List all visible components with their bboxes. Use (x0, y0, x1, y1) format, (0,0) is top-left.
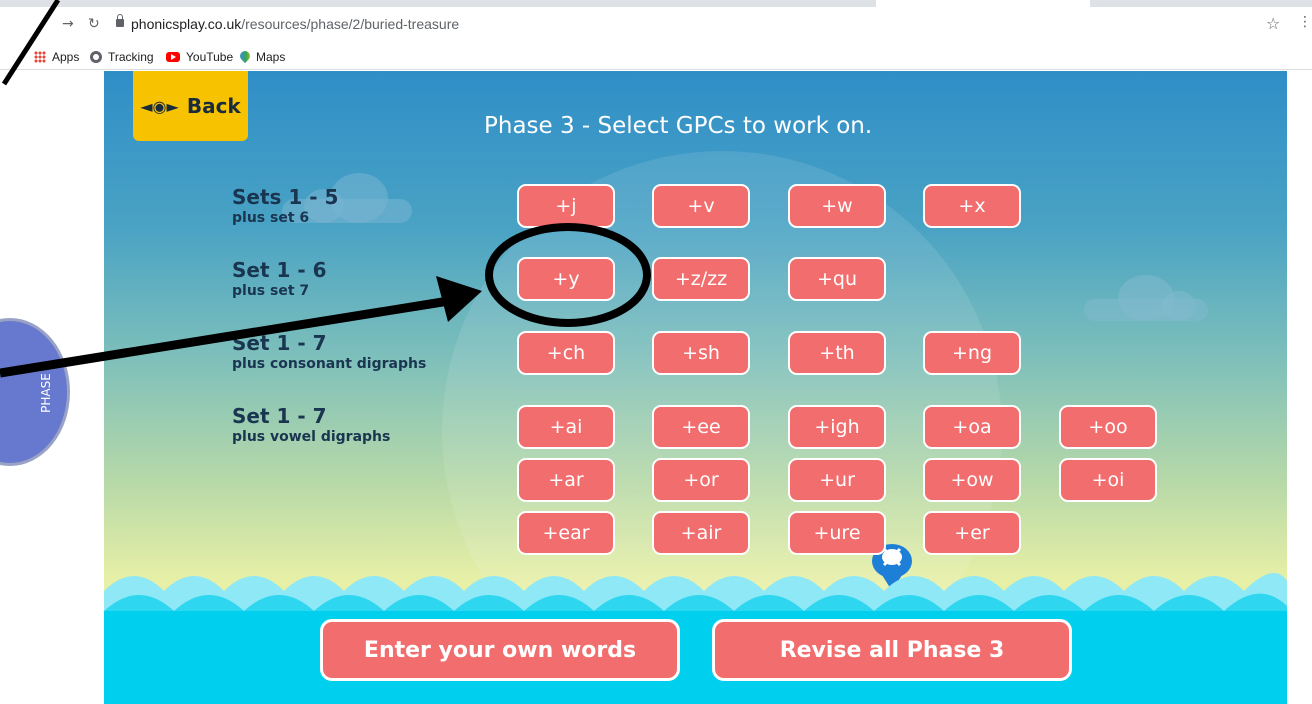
bookmark-label: Tracking (108, 50, 154, 64)
gpc-button-v[interactable]: +v (652, 184, 750, 228)
gpc-button-er[interactable]: +er (923, 511, 1021, 555)
set-subtitle: plus set 7 (232, 283, 310, 299)
cloud (1084, 275, 1208, 321)
bookmark-label: Apps (52, 50, 80, 64)
lock-icon[interactable] (116, 14, 124, 27)
bookmark-label: YouTube (186, 50, 234, 64)
gpc-button-th[interactable]: +th (788, 331, 886, 375)
gpc-button-ear[interactable]: +ear (517, 511, 615, 555)
bookmark-youtube[interactable]: YouTube (166, 48, 233, 66)
rocket-icon: ◄◉► (140, 96, 179, 116)
forward-icon[interactable]: → (62, 16, 74, 32)
gpc-button-w[interactable]: +w (788, 184, 886, 228)
back-button[interactable]: ◄◉► Back (133, 71, 248, 141)
set-subtitle: plus vowel digraphs (232, 429, 391, 445)
set-title: Set 1 - 7 (232, 331, 327, 355)
apps-grid-icon (34, 51, 46, 63)
sea (104, 611, 1287, 704)
page-title: Phase 3 - Select GPCs to work on. (484, 113, 873, 139)
tab-strip (1090, 0, 1312, 7)
bookmarks-bar: Apps Tracking YouTube Maps (0, 44, 1312, 70)
enter-own-words-button[interactable]: Enter your own words (320, 619, 680, 681)
set-title: Set 1 - 6 (232, 258, 327, 282)
gpc-button-oo[interactable]: +oo (1059, 405, 1157, 449)
bookmark-apps[interactable]: Apps (34, 48, 79, 66)
gpc-button-oa[interactable]: +oa (923, 405, 1021, 449)
set-subtitle: plus consonant digraphs (232, 356, 427, 372)
gpc-button-y[interactable]: +y (517, 257, 615, 301)
gpc-button-or[interactable]: +or (652, 458, 750, 502)
url-domain: phonicsplay.co.uk (131, 16, 242, 32)
gpc-button-ng[interactable]: +ng (923, 331, 1021, 375)
tab-strip (0, 0, 876, 7)
reload-icon[interactable]: ↻ (88, 16, 100, 32)
set-title: Set 1 - 7 (232, 404, 327, 428)
url-path: /resources/phase/2/buried-treasure (241, 16, 460, 32)
set-title: Sets 1 - 5 (232, 185, 339, 209)
address-bar[interactable]: phonicsplay.co.uk/resources/phase/2/buri… (131, 16, 459, 32)
youtube-icon (166, 52, 180, 62)
gpc-button-ur[interactable]: +ur (788, 458, 886, 502)
bookmark-maps[interactable]: Maps (240, 48, 285, 66)
browser-toolbar: → ↻ phonicsplay.co.uk/resources/phase/2/… (0, 0, 1312, 44)
gpc-button-ar[interactable]: +ar (517, 458, 615, 502)
revise-all-phase3-button[interactable]: Revise all Phase 3 (712, 619, 1072, 681)
gpc-button-ure[interactable]: +ure (788, 511, 886, 555)
bookmark-star-icon[interactable]: ☆ (1266, 14, 1280, 33)
gpc-button-qu[interactable]: +qu (788, 257, 886, 301)
game-area: ◄◉► Back Phase 3 - Select GPCs to work o… (104, 71, 1287, 704)
gpc-button-igh[interactable]: +igh (788, 405, 886, 449)
gpc-button-x[interactable]: +x (923, 184, 1021, 228)
maps-pin-icon (240, 51, 250, 63)
set-subtitle: plus set 6 (232, 210, 310, 226)
gpc-button-ow[interactable]: +ow (923, 458, 1021, 502)
gpc-button-z-zz[interactable]: +z/zz (652, 257, 750, 301)
menu-icon[interactable]: ⋮ (1298, 14, 1312, 30)
gpc-button-air[interactable]: +air (652, 511, 750, 555)
gpc-button-ch[interactable]: +ch (517, 331, 615, 375)
gpc-button-j[interactable]: +j (517, 184, 615, 228)
gpc-button-ee[interactable]: +ee (652, 405, 750, 449)
bookmark-label: Maps (256, 50, 286, 64)
gpc-button-oi[interactable]: +oi (1059, 458, 1157, 502)
gpc-button-ai[interactable]: +ai (517, 405, 615, 449)
globe-icon (90, 51, 102, 63)
gpc-button-sh[interactable]: +sh (652, 331, 750, 375)
bookmark-tracking[interactable]: Tracking (90, 48, 154, 66)
phase-side-tab-label: PHASE (39, 373, 53, 413)
back-label: Back (186, 94, 241, 118)
